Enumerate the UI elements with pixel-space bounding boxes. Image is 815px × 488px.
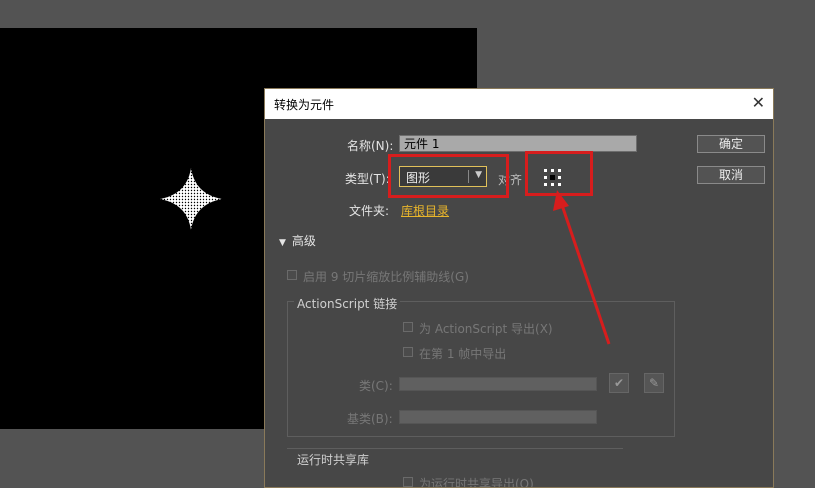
annotation-arrow (553, 190, 611, 345)
